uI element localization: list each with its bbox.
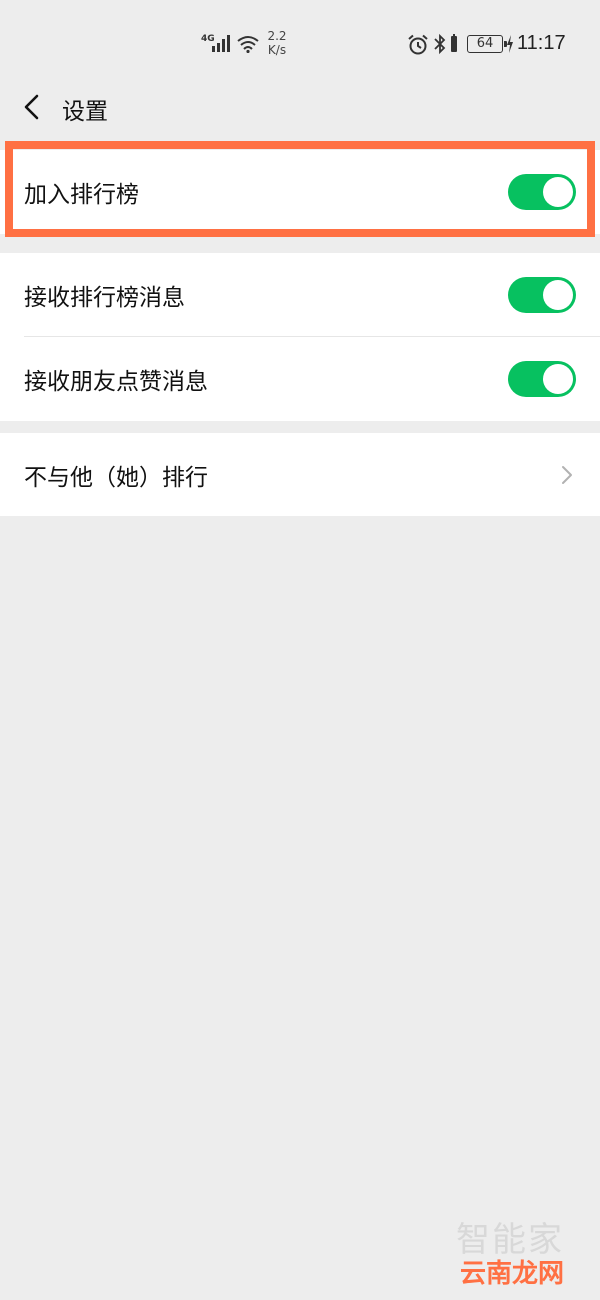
vibrate-icon (451, 34, 457, 52)
receive-like-msg-toggle[interactable] (508, 361, 576, 397)
setting-row-exclude[interactable]: 不与他（她）排行 (0, 433, 600, 516)
network-speed: 2.2 K/s (267, 29, 287, 57)
page-title: 设置 (62, 99, 108, 125)
watermark-bottom-text: 云南龙网 (459, 1259, 564, 1289)
signal-icon (212, 35, 230, 52)
receive-leaderboard-msg-label: 接收排行榜消息 (24, 285, 185, 311)
clock: 11:17 (517, 32, 566, 54)
setting-row-receive-like-msg[interactable]: 接收朋友点赞消息 (0, 337, 600, 421)
alarm-icon (408, 34, 428, 55)
exclude-card: 不与他（她）排行 (0, 433, 600, 516)
receive-leaderboard-msg-toggle[interactable] (508, 277, 576, 313)
watermark: 智能家 云南龙网 (456, 1212, 564, 1290)
back-arrow-icon[interactable] (18, 92, 46, 122)
charging-icon (507, 35, 513, 53)
highlight-frame (5, 141, 595, 237)
wifi-icon (237, 36, 259, 53)
status-bar: 4G 2.2 K/s 64 11:17 (0, 0, 600, 80)
chevron-right-icon (562, 465, 572, 484)
nav-bar: 设置 (0, 80, 600, 140)
battery-icon: 64 (467, 35, 507, 53)
setting-row-receive-leaderboard-msg[interactable]: 接收排行榜消息 (0, 253, 600, 337)
toggle-knob (543, 364, 573, 394)
message-settings-card: 接收排行榜消息 接收朋友点赞消息 (0, 253, 600, 421)
toggle-knob (543, 280, 573, 310)
receive-like-msg-label: 接收朋友点赞消息 (24, 369, 208, 395)
exclude-label: 不与他（她）排行 (24, 464, 208, 491)
bluetooth-icon (434, 33, 446, 55)
